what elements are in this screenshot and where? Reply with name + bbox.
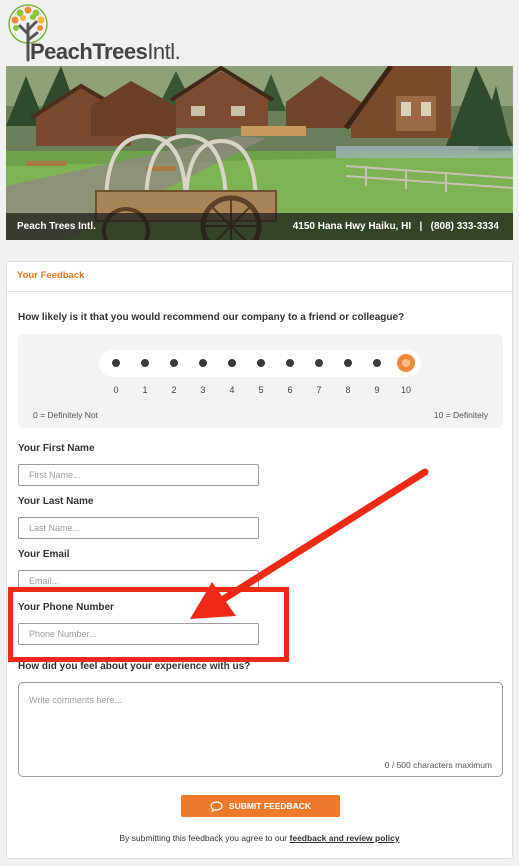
first-name-input[interactable] [18,464,259,486]
policy-text: By submitting this feedback you agree to… [119,833,288,843]
feedback-panel: Your Feedback How likely is it that you … [6,261,513,859]
nps-high-label: 10 = Definitely [433,410,488,420]
submit-feedback-button[interactable]: SUBMIT FEEDBACK [181,795,340,817]
phone-input[interactable] [18,623,259,645]
nps-label: 2 [171,385,177,395]
comments-textarea[interactable] [19,683,502,753]
nps-option-7[interactable] [315,359,323,367]
nps-label: 7 [316,385,322,395]
policy-link[interactable]: feedback and review policy [290,833,400,843]
nps-label: 6 [287,385,293,395]
comments-box: 0 / 500 characters maximum [18,682,503,777]
policy-notice: By submitting this feedback you agree to… [7,833,512,843]
nps-option-4[interactable] [228,359,236,367]
nps-option-3[interactable] [199,359,207,367]
nps-option-10-selected[interactable] [397,354,415,372]
hero-info-bar: Peach Trees Intl. 4150 Hana Hwy Haiku, H… [6,213,513,240]
nps-low-label: 0 = Definitely Not [33,410,98,420]
nps-option-9[interactable] [373,359,381,367]
nps-option-0[interactable] [112,359,120,367]
experience-label: How did you feel about your experience w… [18,661,251,672]
submit-label: SUBMIT FEEDBACK [228,801,312,811]
nps-label: 10 [400,385,411,395]
nps-option-6[interactable] [286,359,294,367]
logo-suffix: Intl. [147,39,181,64]
site-header: PeachTreesIntl. [0,0,519,66]
email-label: Your Email [18,549,70,560]
speech-bubble-icon [210,800,223,812]
nps-question: How likely is it that you would recommen… [18,312,405,323]
nps-label: 9 [374,385,380,395]
nps-option-1[interactable] [141,359,149,367]
first-name-label: Your First Name [18,443,95,454]
nps-scale-container: 0 1 2 3 4 5 6 7 8 9 10 0 = Definitely No… [18,334,503,428]
char-counter: 0 / 500 characters maximum [384,760,492,770]
hero-phone[interactable]: (808) 333-3334 [431,221,499,232]
hero-company-name: Peach Trees Intl. [17,221,96,232]
nps-label: 4 [229,385,235,395]
nps-label: 8 [345,385,351,395]
last-name-label: Your Last Name [18,496,94,507]
nps-label: 1 [142,385,148,395]
nps-label: 0 [113,385,119,395]
phone-label: Your Phone Number [18,602,114,613]
hero-separator: | [419,221,423,232]
hero-address: 4150 Hana Hwy Haiku, HI [292,221,412,232]
nps-track [99,350,421,377]
nps-label: 5 [258,385,264,395]
nps-option-8[interactable] [344,359,352,367]
nps-option-2[interactable] [170,359,178,367]
nps-option-5[interactable] [257,359,265,367]
hero-image: Peach Trees Intl. 4150 Hana Hwy Haiku, H… [6,66,513,240]
email-input[interactable] [18,570,259,592]
nps-label: 3 [200,385,206,395]
panel-title: Your Feedback [7,262,512,292]
logo-prefix: PeachTrees [30,39,148,64]
last-name-input[interactable] [18,517,259,539]
logo-wordmark[interactable]: PeachTreesIntl. [30,39,181,65]
hero-contact: 4150 Hana Hwy Haiku, HI | (808) 333-3334 [293,221,499,232]
